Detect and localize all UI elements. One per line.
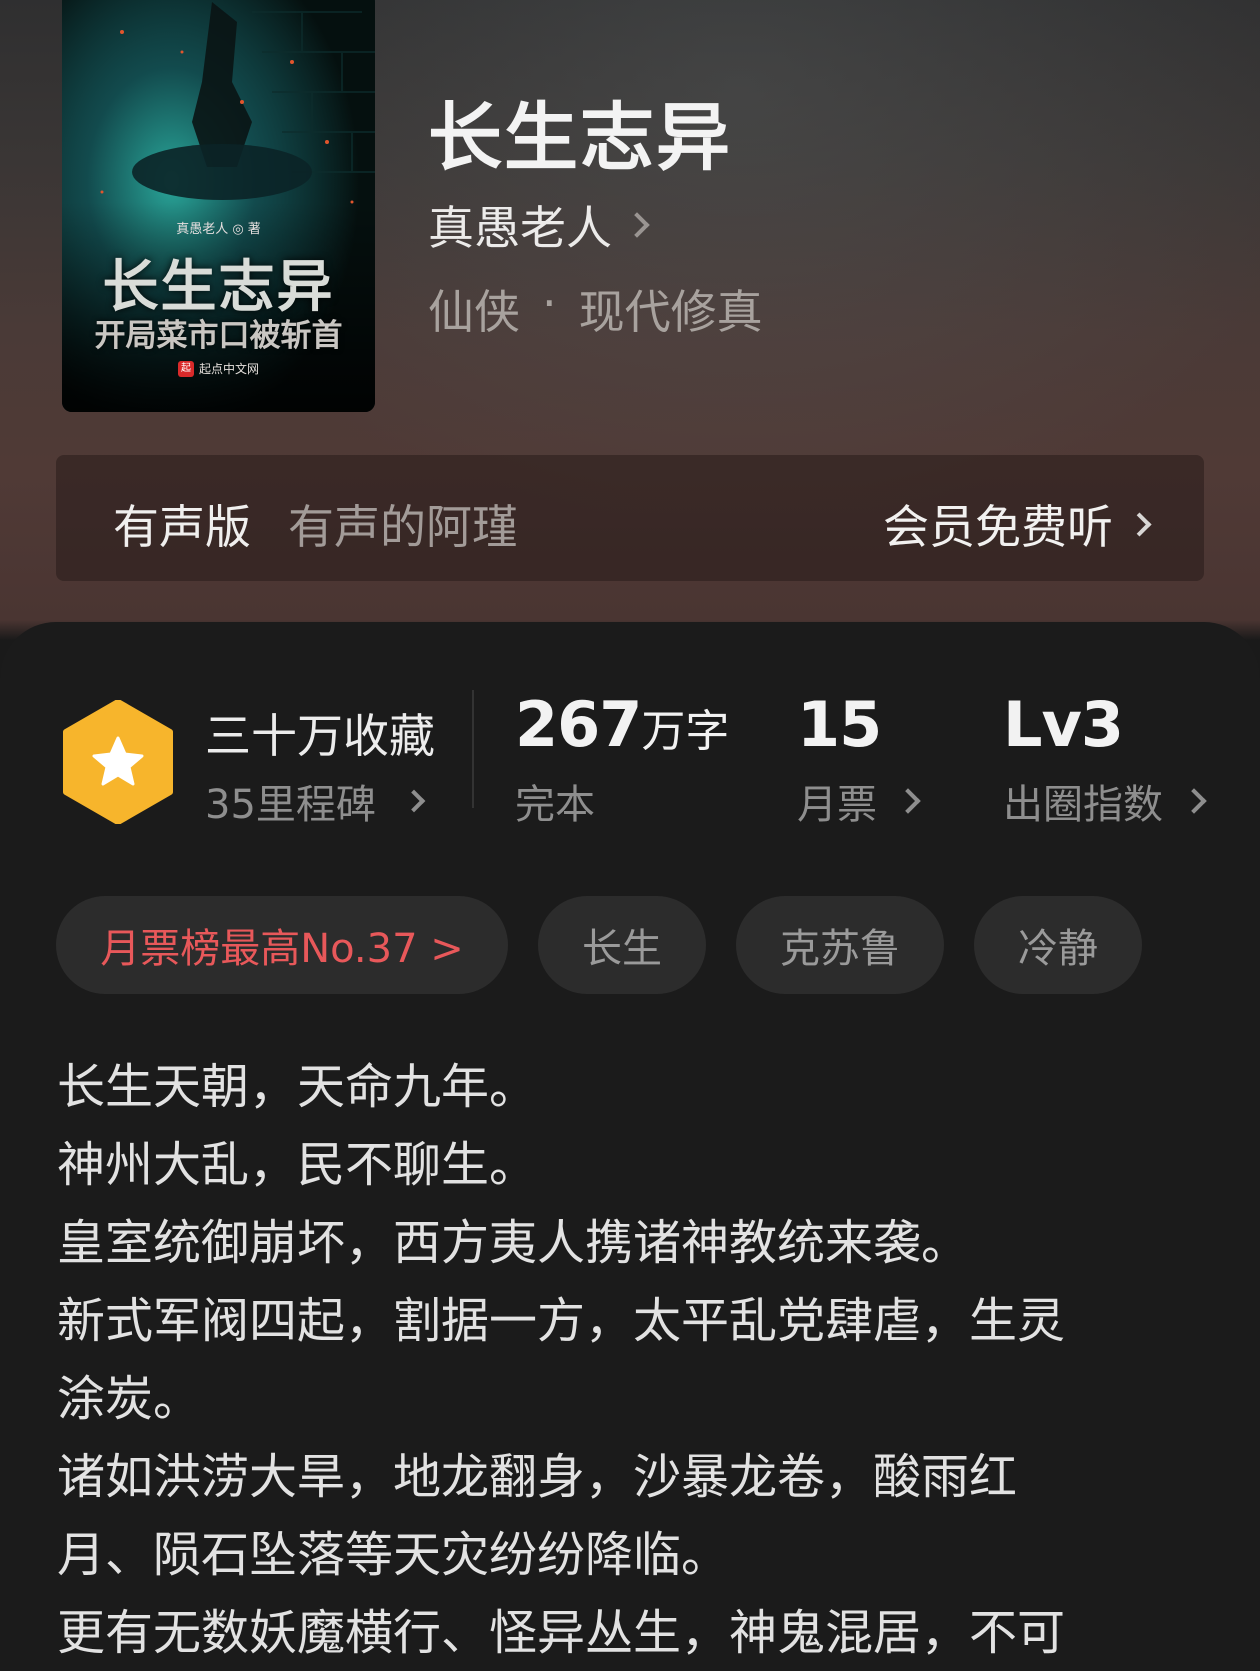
audiobook-narrator: 有声的阿瑾 <box>288 500 518 554</box>
tag-chip[interactable]: 冷静 <box>974 896 1142 994</box>
author-name: 真愚老人 <box>428 201 612 255</box>
chevron-right-icon <box>1181 788 1207 814</box>
word-count: 267万字 <box>515 688 729 761</box>
synopsis-line: 诸如洪涝大旱，地龙翻身，沙暴龙卷，酸雨红 <box>57 1449 1018 1505</box>
genre-category[interactable]: 仙侠 <box>428 276 520 342</box>
cover-author-mark: 真愚老人 ◎ 著 <box>176 222 261 237</box>
genre-subcategory[interactable]: 现代修真 <box>579 276 763 342</box>
tag-list: 月票榜最高No.37 > 长生 克苏鲁 冷静 <box>56 896 1142 994</box>
book-synopsis[interactable]: 长生天朝，天命九年。 神州大乱，民不聊生。 皇室统御崩坏，西方夷人携诸神教统来袭… <box>57 1048 1207 1671</box>
monthly-tickets-label: 月票 <box>797 782 877 828</box>
member-free-listen-label: 会员免费听 <box>883 500 1113 554</box>
synopsis-line: 神州大乱，民不聊生。 <box>57 1137 538 1193</box>
book-cover[interactable]: 真愚老人 ◎ 著 长生志异 开局菜市口被斩首 起 起点中文网 <box>62 0 375 412</box>
genre-row: 仙侠 · 现代修真 <box>428 276 763 342</box>
synopsis-line: 更有无数妖魔横行、怪异丛生，神鬼混居，不可 <box>57 1605 1066 1661</box>
word-count-unit: 万字 <box>641 706 730 757</box>
tag-chip[interactable]: 长生 <box>538 896 706 994</box>
milestones-label: 35里程碑 <box>205 782 376 828</box>
synopsis-line: 月、陨石坠落等天灾纷纷降临。 <box>57 1527 730 1583</box>
cover-subtitle: 开局菜市口被斩首 <box>94 318 343 354</box>
cover-publisher: 起 起点中文网 <box>62 360 375 377</box>
audiobook-banner[interactable]: 有声版 有声的阿瑾 会员免费听 <box>56 455 1204 581</box>
chevron-right-icon <box>402 789 426 813</box>
chevron-right-icon <box>1127 511 1152 537</box>
stats-divider <box>472 690 474 808</box>
milestones-link[interactable]: 35里程碑 <box>205 772 426 830</box>
popularity-level: Lv3 <box>1003 688 1124 761</box>
book-detail-page: 真愚老人 ◎ 著 长生志异 开局菜市口被斩首 起 起点中文网 长生志异 真愚老人… <box>0 0 1260 1671</box>
book-title: 长生志异 <box>428 95 732 181</box>
member-free-listen-button[interactable]: 会员免费听 <box>883 491 1152 557</box>
word-count-number: 267 <box>515 688 642 761</box>
collection-star-badge-icon <box>63 700 173 824</box>
chevron-right-icon <box>895 788 921 814</box>
synopsis-line: 长生天朝，天命九年。 <box>57 1059 538 1115</box>
synopsis-line: 涂炭。 <box>57 1371 202 1427</box>
collection-count: 三十万收藏 <box>205 709 435 763</box>
completion-status: 完本 <box>515 782 595 828</box>
publisher-name: 起点中文网 <box>198 362 259 376</box>
monthly-rank-tag[interactable]: 月票榜最高No.37 > <box>56 896 508 994</box>
monthly-tickets-link[interactable]: 月票 <box>797 772 921 830</box>
genre-separator: · <box>542 276 557 330</box>
chevron-right-icon <box>624 212 650 238</box>
publisher-logo-icon: 起 <box>177 360 194 377</box>
synopsis-line: 新式军阀四起，割据一方，太平乱党肆虐，生灵 <box>57 1293 1066 1349</box>
tag-chip[interactable]: 克苏鲁 <box>736 896 944 994</box>
audiobook-label: 有声版 <box>113 500 251 554</box>
synopsis-line: 皇室统御崩坏，西方夷人携诸神教统来袭。 <box>57 1215 970 1271</box>
popularity-index-link[interactable]: 出圈指数 <box>1003 772 1207 830</box>
popularity-index-label: 出圈指数 <box>1003 782 1163 828</box>
monthly-tickets-count: 15 <box>797 688 882 761</box>
author-link[interactable]: 真愚老人 <box>428 192 650 258</box>
